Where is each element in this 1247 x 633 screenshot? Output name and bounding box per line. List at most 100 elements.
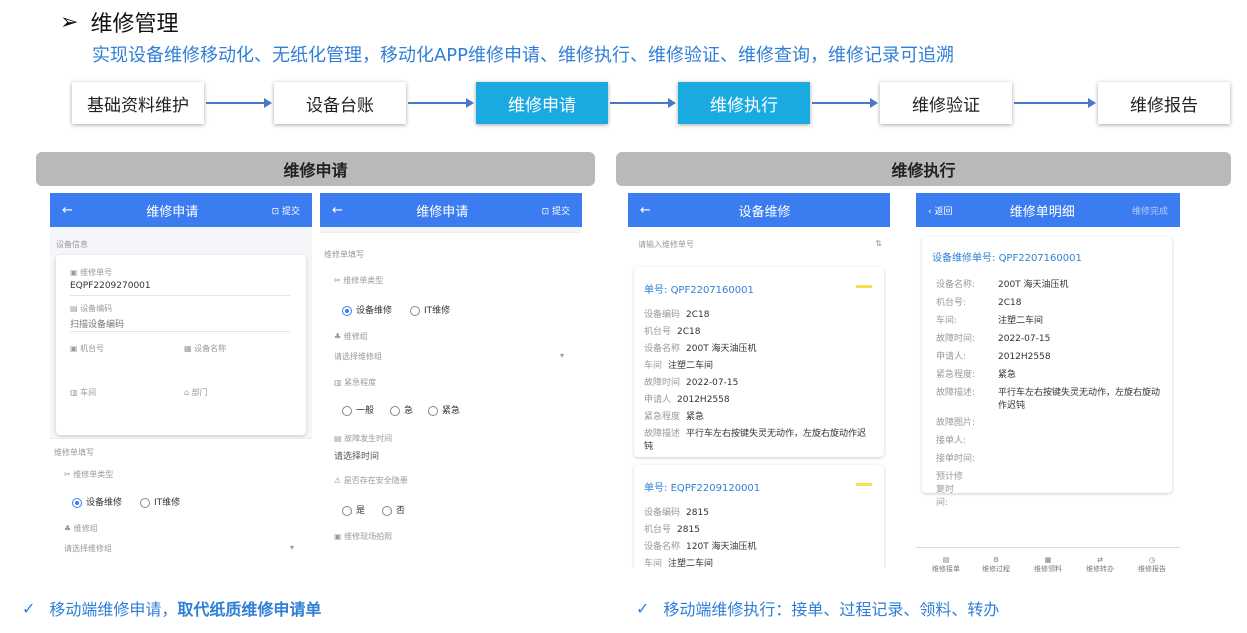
flow-step-verify: 维修验证 xyxy=(880,82,1012,124)
app-bar-title: 维修单明细 xyxy=(1009,204,1075,220)
complete-button[interactable]: 维修完成 xyxy=(1132,204,1168,217)
status-indicator xyxy=(856,483,872,486)
order-fill-card: 维修单填写 ✂ 维修单类型 设备维修 IT维修 ♣ 维修组 请选择维修组 ▾ xyxy=(50,439,312,568)
divider xyxy=(70,295,290,296)
machine-label: ▣ 机台号 xyxy=(70,344,105,353)
hazard-label: ⚠ 是否存在安全隐患 xyxy=(334,476,408,485)
repair-group-label: ♣ 维修组 xyxy=(334,332,368,341)
app-bar: ← 设备维修 xyxy=(628,193,890,227)
nav-report[interactable]: ◷ 维修报告 xyxy=(1122,556,1180,574)
check-icon: ✓ xyxy=(22,598,36,618)
flow-step-execute: 维修执行 xyxy=(678,82,810,124)
radio-normal[interactable]: 一般 xyxy=(342,403,374,416)
device-code-label: ▤ 设备编码 xyxy=(70,304,113,313)
radio-it-repair[interactable]: IT维修 xyxy=(140,495,180,508)
workshop-label: ▥ 车间 xyxy=(70,388,97,397)
submit-label: 提交 xyxy=(551,206,570,217)
device-info-label: 设备信息 xyxy=(56,240,88,249)
app-bar: ← 维修申请 ⊡ 提交 xyxy=(320,193,582,227)
chevron-down-icon: ▾ xyxy=(559,351,564,360)
flow-step-base: 基础资料维护 xyxy=(72,82,204,124)
detail-order-number: 设备维修单号: QPF2207160001 xyxy=(932,253,1082,264)
page-title: ➢ 维修管理 xyxy=(60,6,178,38)
flow-arrow xyxy=(408,98,474,108)
radio-device-repair[interactable]: 设备维修 xyxy=(72,495,122,508)
flow-step-ledger: 设备台账 xyxy=(274,82,406,124)
flow-arrow xyxy=(812,98,878,108)
app-bar: ‹ 返回 维修单明细 维修完成 xyxy=(916,193,1180,227)
phone-request-1: ← 维修申请 ⊡ 提交 设备信息 ▣ 维修单号 EQPF2209270001 ▤ 设… xyxy=(50,193,312,568)
app-bar-title: 设备维修 xyxy=(738,204,791,220)
app-bar: ← 维修申请 ⊡ 提交 xyxy=(50,193,312,227)
order-number: 单号: QPF2207160001 xyxy=(644,285,754,296)
report-icon: ◷ xyxy=(1148,556,1156,564)
section-header-request: 维修申请 xyxy=(36,152,595,186)
device-info-card: ▣ 维修单号 EQPF2209270001 ▤ 设备编码 扫描设备编码 ▣ 机台… xyxy=(56,255,306,435)
process-flow: 基础资料维护 设备台账 维修申请 维修执行 维修验证 维修报告 xyxy=(0,82,1247,126)
transfer-icon: ⇄ xyxy=(1097,556,1103,564)
submit-button[interactable]: ⊡ 提交 xyxy=(542,204,570,217)
repair-group-select[interactable]: 请选择维修组 ▾ xyxy=(64,543,294,554)
radio-emergency[interactable]: 紧急 xyxy=(428,403,460,416)
divider xyxy=(70,331,290,332)
device-code-input[interactable]: 扫描设备编码 xyxy=(70,317,290,330)
urgency-label: ▥ 紧急程度 xyxy=(334,378,377,387)
flow-arrow xyxy=(610,98,676,108)
submit-label: 提交 xyxy=(281,206,300,217)
phone-request-2: ← 维修申请 ⊡ 提交 维修单填写 ✂ 维修单类型 设备维修 IT维修 ♣ 维修组 … xyxy=(320,193,582,568)
phone-order-detail: ‹ 返回 维修单明细 维修完成 设备维修单号: QPF2207160001 设备名称… xyxy=(916,193,1180,578)
nav-process[interactable]: ⚙ 维修过程 xyxy=(966,556,1026,574)
note-request: ✓ 移动端维修申请，取代纸质维修申请单 xyxy=(22,598,322,620)
order-no-label: ▣ 维修单号 xyxy=(70,268,113,277)
flow-step-report: 维修报告 xyxy=(1098,82,1230,124)
radio-it-repair[interactable]: IT维修 xyxy=(410,303,450,316)
chevron-right-icon: ➢ xyxy=(60,9,79,35)
order-number: 单号: EQPF2209120001 xyxy=(644,483,761,494)
back-arrow-icon[interactable]: ← xyxy=(332,203,343,218)
repair-order-card[interactable]: 单号: QPF2207160001 设备编码 2C18 机台号 2C18 设备名称 2… xyxy=(634,267,884,457)
order-detail-card: 设备维修单号: QPF2207160001 设备名称: 200T 海天油压机 机台… xyxy=(922,237,1172,508)
page-subtitle: 实现设备维修移动化、无纸化管理，移动化APP维修申请、维修执行、维修验证、维修查… xyxy=(92,45,955,66)
back-arrow-icon[interactable]: ← xyxy=(62,203,73,218)
material-icon: ▦ xyxy=(1044,556,1052,564)
order-type-label: ✂ 维修单类型 xyxy=(64,470,114,479)
bottom-nav-divider xyxy=(916,547,1180,548)
phone-repair-list: ← 设备维修 请输入维修单号 ⇅ 单号: QPF2207160001 设备编码 2C1… xyxy=(628,193,890,568)
back-arrow-icon[interactable]: ← xyxy=(640,203,651,218)
repair-group-select[interactable]: 请选择维修组 ▾ xyxy=(334,351,564,362)
section-header-execute: 维修执行 xyxy=(616,152,1231,186)
flow-arrow xyxy=(1014,98,1096,108)
chevron-down-icon: ▾ xyxy=(289,543,294,552)
title-text: 维修管理 xyxy=(90,12,179,37)
radio-urgent[interactable]: 急 xyxy=(390,403,413,416)
note-execute: ✓ 移动端维修执行：接单、过程记录、领料、转办 xyxy=(636,598,1000,620)
back-button[interactable]: ‹ 返回 xyxy=(928,204,952,217)
filter-icon: ⇅ xyxy=(875,239,882,248)
app-bar-title: 维修申请 xyxy=(146,204,199,220)
order-fill-card: 维修单填写 ✂ 维修单类型 设备维修 IT维修 ♣ 维修组 请选择维修组 ▾ ▥ … xyxy=(320,233,582,568)
nav-transfer[interactable]: ⇄ 维修转办 xyxy=(1070,556,1130,574)
radio-no[interactable]: 否 xyxy=(382,503,405,516)
search-input[interactable]: 请输入维修单号 ⇅ xyxy=(638,239,882,250)
device-name-label: ▦ 设备名称 xyxy=(184,344,227,353)
order-no-value: EQPF2209270001 xyxy=(70,281,151,291)
fault-time-input[interactable]: 请选择时间 xyxy=(334,449,379,462)
status-indicator xyxy=(856,285,872,288)
check-icon: ✓ xyxy=(636,598,650,618)
photo-label: ▣ 维修现场拍照 xyxy=(334,532,393,541)
submit-button[interactable]: ⊡ 提交 xyxy=(272,204,300,217)
repair-group-label: ♣ 维修组 xyxy=(64,524,98,533)
flow-step-request: 维修申请 xyxy=(476,82,608,124)
flow-arrow xyxy=(206,98,272,108)
fault-time-label: ▤ 故障发生时间 xyxy=(334,434,393,443)
radio-yes[interactable]: 是 xyxy=(342,503,365,516)
app-bar-title: 维修申请 xyxy=(416,204,469,220)
order-type-label: ✂ 维修单类型 xyxy=(334,276,384,285)
order-fill-label: 维修单填写 xyxy=(54,448,94,457)
process-icon: ⚙ xyxy=(992,556,1000,564)
order-fill-label: 维修单填写 xyxy=(324,250,364,259)
nav-material[interactable]: ▦ 维修领料 xyxy=(1018,556,1078,574)
department-label: ⌂ 部门 xyxy=(184,388,208,397)
radio-device-repair[interactable]: 设备维修 xyxy=(342,303,392,316)
repair-order-card[interactable]: 单号: EQPF2209120001 设备编码 2815 机台号 2815 设备名称… xyxy=(634,465,884,568)
